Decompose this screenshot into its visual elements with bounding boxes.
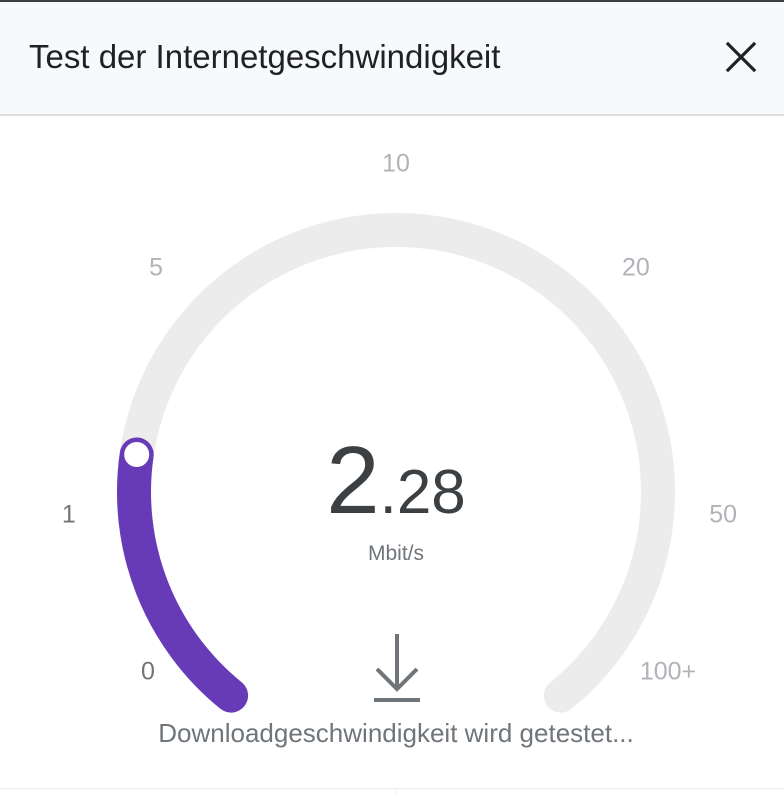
status-text: Downloadgeschwindigkeit wird getestet... (158, 718, 634, 748)
scale-label-50: 50 (709, 500, 738, 529)
download-icon (374, 634, 420, 702)
speed-gauge: 0 1 5 10 20 50 100+ 2.28 Mbit/s Download… (0, 114, 784, 754)
scale-label-20: 20 (621, 253, 650, 282)
scale-label-10: 10 (382, 149, 410, 178)
dialog-title: Test der Internetgeschwindigkeit (29, 38, 501, 75)
scale-label-1: 1 (61, 500, 76, 529)
dialog-header: Test der Internetgeschwindigkeit (0, 2, 784, 116)
footer-divider (0, 788, 784, 789)
footer-split (396, 788, 397, 795)
gauge-needle-knob (121, 439, 153, 470)
speed-unit: Mbit/s (367, 542, 425, 565)
close-button[interactable] (716, 32, 766, 82)
speed-value-integer: 2 (326, 427, 380, 534)
scale-label-0: 0 (141, 657, 155, 686)
scale-label-5: 5 (149, 253, 164, 282)
speed-test-dialog: Test der Internetgeschwindigkeit 0 1 5 1… (0, 0, 784, 795)
speed-value-decimal: .28 (379, 458, 466, 527)
close-icon (725, 41, 757, 73)
speed-value: 2.28 (326, 426, 466, 536)
scale-label-100-plus: 100+ (639, 657, 697, 686)
